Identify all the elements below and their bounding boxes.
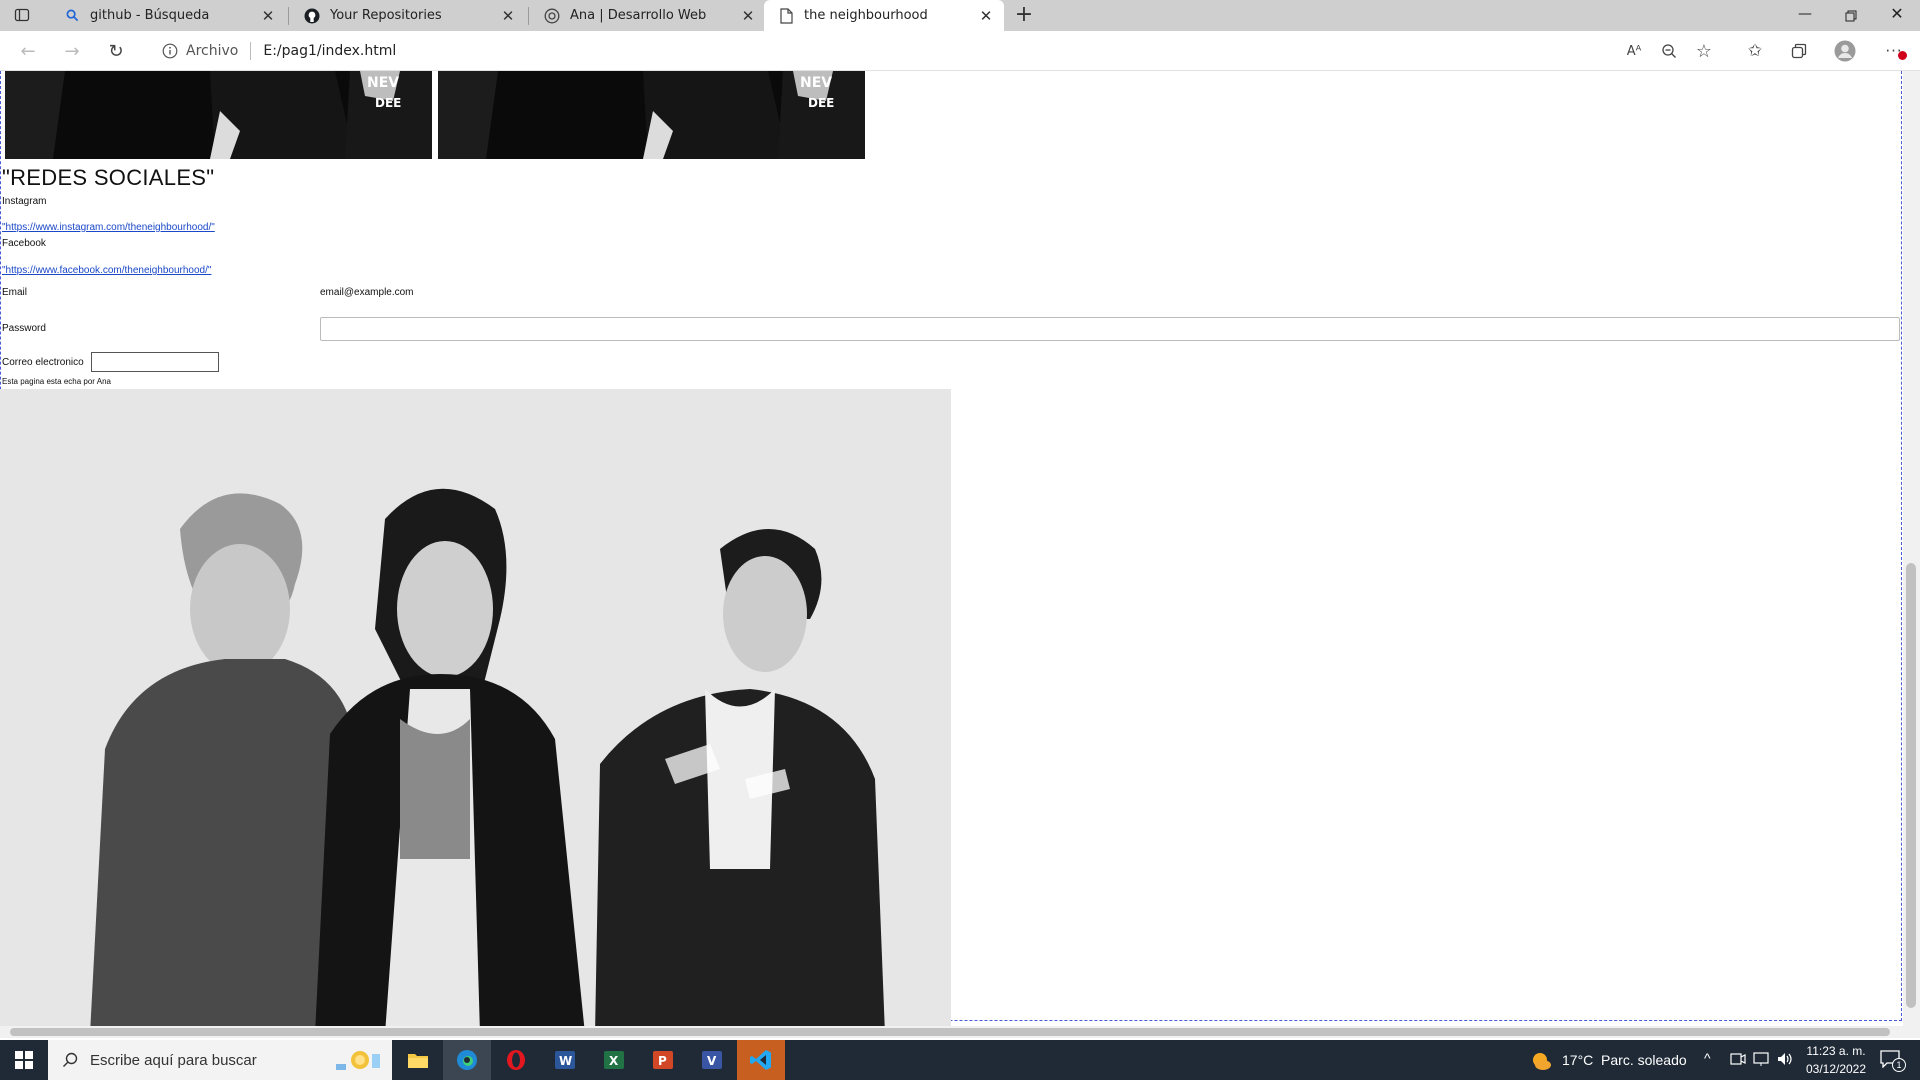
correo-field[interactable] [91,352,219,372]
github-icon [304,8,320,24]
password-label: Password [2,323,46,334]
close-window-button[interactable]: ✕ [1882,4,1912,26]
instagram-label: Instagram [2,196,47,207]
zoom-out-icon[interactable] [1655,37,1683,65]
page-viewport: NEV DEE NEV DEE "REDES SOCIALES" Instagr… [0,71,1920,1026]
weather-text[interactable]: 17°C Parc. soleado [1562,1052,1687,1068]
restore-button[interactable] [1836,6,1866,26]
band-image-top-left: NEV DEE [5,71,432,159]
tab-title: Ana | Desarrollo Web [570,8,707,23]
taskbar-search-box[interactable]: Escribe aquí para buscar [48,1040,392,1080]
tab-title: Your Repositories [330,8,442,23]
close-icon[interactable]: ✕ [500,7,516,25]
footer-text: Esta pagina esta echa por Ana [2,377,111,386]
svg-text:X: X [609,1054,619,1068]
collections-icon[interactable] [1785,37,1813,65]
browser-toolbar: ← → ↻ Archivo E:/pag1/index.html Aᴬ ☆ ✩ … [0,31,1920,71]
windows-start-icon[interactable] [0,1040,48,1080]
search-icon [62,1052,78,1068]
facebook-label: Facebook [2,238,46,249]
email-label: Email [2,287,28,298]
tab-title: github - Búsqueda [90,8,210,23]
search-icon [64,8,80,24]
excel-icon[interactable]: X [590,1040,638,1080]
minimize-button[interactable]: — [1790,6,1820,26]
password-field[interactable] [320,317,1900,341]
instagram-link[interactable]: "https://www.instagram.com/theneighbourh… [2,222,215,233]
powerpoint-icon[interactable]: P [639,1040,687,1080]
info-icon[interactable] [162,43,178,59]
svg-text:V: V [707,1054,717,1068]
taskbar: Escribe aquí para buscar W X P V 17°C Pa… [0,1040,1920,1080]
close-icon[interactable]: ✕ [978,7,994,25]
notifications-icon[interactable]: 1 [1880,1050,1906,1072]
tab-the-neighbourhood[interactable]: the neighbourhood ✕ [764,0,1004,31]
horizontal-scrollbar-thumb[interactable] [10,1028,1890,1036]
tab-ana-desarrollo-web[interactable]: Ana | Desarrollo Web ✕ [530,0,766,31]
close-icon[interactable]: ✕ [740,7,756,25]
chevron-up-icon[interactable]: ^ [1704,1050,1711,1066]
visio-icon[interactable]: V [688,1040,736,1080]
read-aloud-icon[interactable]: Aᴬ [1620,37,1648,65]
url-text[interactable]: E:/pag1/index.html [263,43,396,59]
address-bar[interactable]: Archivo E:/pag1/index.html [146,35,1736,67]
svg-text:NEV: NEV [800,75,832,91]
vertical-scrollbar-thumb[interactable] [1906,563,1916,1008]
svg-text:DEE: DEE [375,96,401,110]
notification-dot [1898,51,1907,60]
new-tab-button[interactable]: + [1012,4,1036,28]
clock-time[interactable]: 11:23 a. m. [1804,1044,1868,1058]
tab-strip: github - Búsqueda ✕ Your Repositories ✕ … [0,0,1920,31]
page-heading: "REDES SOCIALES" [2,165,215,190]
svg-text:NEV: NEV [367,75,399,91]
page-icon [778,7,794,24]
edge-icon[interactable] [443,1040,491,1080]
favorites-icon[interactable]: ✩ [1741,37,1769,65]
search-highlight-icon [332,1046,382,1074]
tab-your-repositories[interactable]: Your Repositories ✕ [290,0,526,31]
band-image-top-right: NEV DEE [438,71,865,159]
profile-avatar[interactable] [1831,37,1859,65]
forward-button[interactable]: → [58,37,86,65]
weather-icon[interactable] [1530,1050,1552,1072]
meet-now-icon[interactable] [1730,1051,1746,1072]
favorite-add-icon[interactable]: ☆ [1690,37,1718,65]
notification-count: 1 [1892,1058,1906,1072]
network-icon[interactable] [1752,1051,1770,1072]
web-icon [544,8,560,24]
svg-text:W: W [559,1054,572,1068]
tab-title: the neighbourhood [804,8,928,23]
volume-icon[interactable] [1776,1051,1794,1072]
opera-icon[interactable] [492,1040,540,1080]
search-placeholder: Escribe aquí para buscar [90,1051,257,1069]
back-button[interactable]: ← [14,37,42,65]
svg-text:DEE: DEE [808,96,834,110]
file-explorer-icon[interactable] [394,1040,442,1080]
settings-menu-button[interactable]: ··· [1880,37,1908,65]
tab-github-search[interactable]: github - Búsqueda ✕ [50,0,286,31]
correo-label: Correo electronico [2,357,84,368]
reload-button[interactable]: ↻ [102,37,130,65]
email-value: email@example.com [320,287,414,298]
clock-date[interactable]: 03/12/2022 [1804,1062,1868,1076]
close-icon[interactable]: ✕ [260,7,276,25]
tab-actions-icon[interactable] [14,7,32,25]
scheme-label: Archivo [186,43,239,59]
band-photo [0,389,951,1026]
svg-text:P: P [658,1054,667,1068]
word-icon[interactable]: W [541,1040,589,1080]
facebook-link[interactable]: "https://www.facebook.com/theneighbourho… [2,265,211,276]
vscode-icon[interactable] [737,1040,785,1080]
